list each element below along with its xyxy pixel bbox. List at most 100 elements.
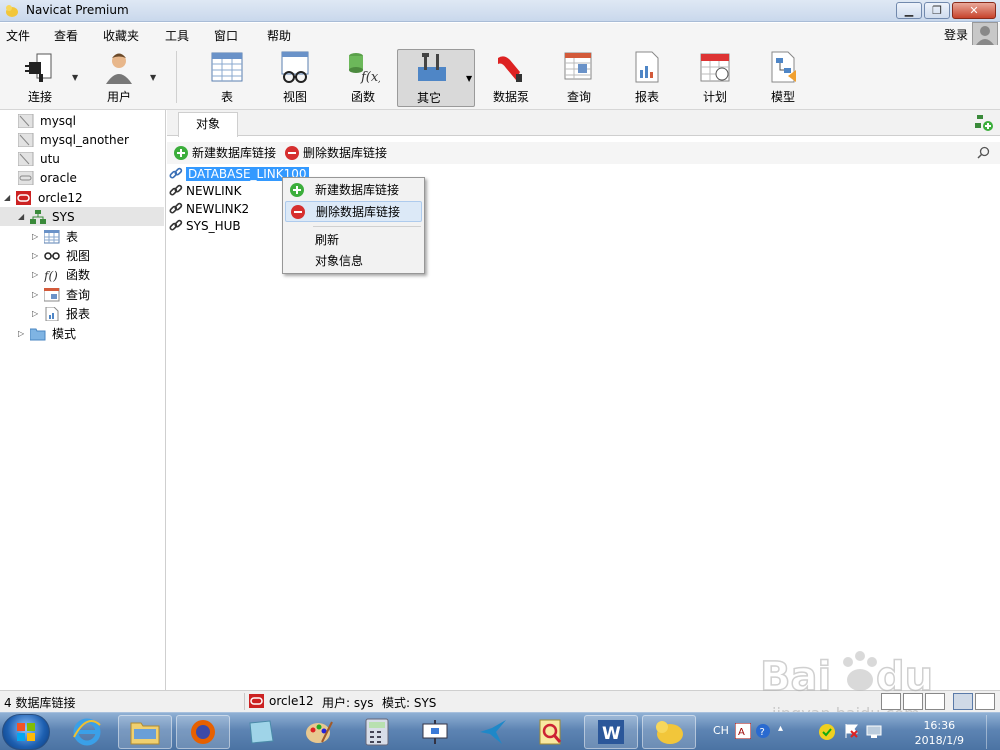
internet-explorer-icon <box>73 718 101 746</box>
ime-icon[interactable]: A <box>735 723 751 739</box>
tray-expand-icon[interactable]: ▴ <box>778 723 783 734</box>
tree-connection-mysql-another[interactable]: mysql_another <box>18 130 129 149</box>
schedule-label: 计划 <box>702 90 727 104</box>
menu-file[interactable]: 文件 <box>6 27 30 44</box>
table-button[interactable]: 表 <box>203 49 251 107</box>
delete-link-icon <box>291 204 305 219</box>
list-item[interactable]: SYS_HUB <box>169 217 241 234</box>
tree-node-reports[interactable]: ▷ 报表 <box>32 304 90 323</box>
function-label: 函数 <box>350 90 375 104</box>
connect-button[interactable]: 连接 <box>14 49 66 107</box>
collapsed-arrow-icon[interactable]: ▷ <box>32 290 40 299</box>
folder-icon <box>30 328 46 340</box>
security-shield-icon[interactable] <box>818 723 836 741</box>
taskbar-ie[interactable] <box>60 715 114 749</box>
tree-connection-utu[interactable]: utu <box>18 149 60 168</box>
query-label: 查询 <box>566 90 591 104</box>
restore-button[interactable]: ❐ <box>924 2 950 19</box>
collapsed-arrow-icon[interactable]: ▷ <box>32 270 40 279</box>
object-name: NEWLINK2 <box>186 201 250 216</box>
menu-tools[interactable]: 工具 <box>165 27 189 44</box>
context-menu-object-info[interactable]: 对象信息 <box>285 250 422 271</box>
oracle-connection-icon <box>16 190 31 205</box>
tree-node-tables[interactable]: ▷ 表 <box>32 227 78 246</box>
tree-connection-mysql[interactable]: mysql <box>18 111 76 130</box>
detail-view-button[interactable] <box>925 693 945 710</box>
user-button[interactable]: 用户 <box>94 49 144 107</box>
start-button[interactable] <box>2 714 50 750</box>
network-icon[interactable] <box>866 723 882 739</box>
close-button[interactable]: ✕ <box>952 2 996 19</box>
new-database-link-button[interactable]: 新建数据库链接 <box>173 144 276 161</box>
list-item[interactable]: NEWLINK <box>169 182 242 199</box>
search-icon[interactable] <box>977 146 990 159</box>
tree-label: 表 <box>66 230 79 244</box>
taskbar-word[interactable]: W <box>584 715 638 749</box>
tree-label: 视图 <box>66 249 91 263</box>
tree-node-schemas[interactable]: ▷ 模式 <box>18 324 76 343</box>
new-link-label: 新建数据库链接 <box>192 146 277 160</box>
query-button[interactable]: 查询 <box>555 49 603 107</box>
object-toolbar: 新建数据库链接 删除数据库链接 <box>167 142 1000 164</box>
function-button[interactable]: f(x) 函数 <box>339 49 387 107</box>
menu-window[interactable]: 窗口 <box>214 27 238 44</box>
tab-objects[interactable]: 对象 <box>178 112 238 137</box>
taskbar-navicat[interactable] <box>642 715 696 749</box>
taskbar-explorer[interactable] <box>118 715 172 749</box>
delete-database-link-button[interactable]: 删除数据库链接 <box>284 144 387 161</box>
other-dropdown-icon[interactable]: ▼ <box>466 74 472 83</box>
collapsed-arrow-icon[interactable]: ▷ <box>32 251 40 260</box>
tree-label: mysql <box>40 113 76 128</box>
taskbar-firefox[interactable] <box>176 715 230 749</box>
taskbar-search-app[interactable] <box>524 715 578 749</box>
collapsed-arrow-icon[interactable]: ▷ <box>18 329 26 338</box>
account-avatar-button[interactable] <box>972 22 998 46</box>
tree-node-queries[interactable]: ▷ 查询 <box>32 285 90 304</box>
minimize-button[interactable]: ▁ <box>896 2 922 19</box>
navicat-logo-icon <box>656 721 683 744</box>
menu-bar: 文件 查看 收藏夹 工具 窗口 帮助 登录 <box>0 23 1000 45</box>
input-language[interactable]: CH <box>713 724 729 737</box>
system-clock[interactable]: 16:36 2018/1/9 <box>915 718 964 748</box>
other-button[interactable]: 其它 ▼ <box>397 49 475 107</box>
expanded-arrow-icon[interactable]: ◢ <box>18 212 26 221</box>
menu-favorites[interactable]: 收藏夹 <box>103 27 139 44</box>
context-menu-refresh[interactable]: 刷新 <box>285 229 422 250</box>
tree-node-functions[interactable]: ▷ f() 函数 <box>32 265 90 284</box>
list-item[interactable]: NEWLINK2 <box>169 200 249 217</box>
taskbar-remote-desktop[interactable] <box>408 715 462 749</box>
data-pump-button[interactable]: 数据泵 <box>487 49 535 107</box>
context-menu-delete-link[interactable]: 删除数据库链接 <box>285 201 422 222</box>
taskbar-paint[interactable] <box>292 715 346 749</box>
menu-help[interactable]: 帮助 <box>267 27 291 44</box>
login-link[interactable]: 登录 <box>944 26 968 43</box>
tree-connection-orcle12[interactable]: ◢ orcle12 <box>4 188 83 207</box>
main-toolbar: 连接 ▼ 用户 ▼ 表 视图 f(x) 函数 其它 ▼ <box>0 45 1000 110</box>
tree-connection-oracle[interactable]: oracle <box>18 168 77 187</box>
tree-node-views[interactable]: ▷ 视图 <box>32 246 90 265</box>
collapsed-arrow-icon[interactable]: ▷ <box>32 309 40 318</box>
taskbar-app-notebook[interactable] <box>234 715 288 749</box>
help-icon[interactable]: ? <box>755 723 771 739</box>
info-pane-button[interactable] <box>953 693 973 710</box>
model-button[interactable]: 模型 <box>759 49 807 107</box>
report-button[interactable]: 报表 <box>623 49 671 107</box>
action-center-flag-icon[interactable] <box>844 723 860 739</box>
user-dropdown-icon[interactable]: ▼ <box>150 73 156 82</box>
context-menu-new-link[interactable]: 新建数据库链接 <box>285 179 422 200</box>
menu-view[interactable]: 查看 <box>54 27 78 44</box>
schedule-button[interactable]: 计划 <box>691 49 739 107</box>
connect-dropdown-icon[interactable]: ▼ <box>72 73 78 82</box>
show-desktop-button[interactable] <box>986 715 1000 749</box>
taskbar-bird-app[interactable] <box>466 715 520 749</box>
expanded-arrow-icon[interactable]: ◢ <box>4 193 12 202</box>
new-object-tab-icon[interactable] <box>974 113 994 133</box>
tree-schema-sys[interactable]: ◢ SYS <box>0 207 164 226</box>
grid-view-button[interactable] <box>881 693 901 710</box>
user-icon <box>99 49 139 85</box>
collapsed-arrow-icon[interactable]: ▷ <box>32 232 40 241</box>
taskbar-calculator[interactable] <box>350 715 404 749</box>
split-view-button[interactable] <box>975 693 995 710</box>
view-button[interactable]: 视图 <box>271 49 319 107</box>
list-view-button[interactable] <box>903 693 923 710</box>
